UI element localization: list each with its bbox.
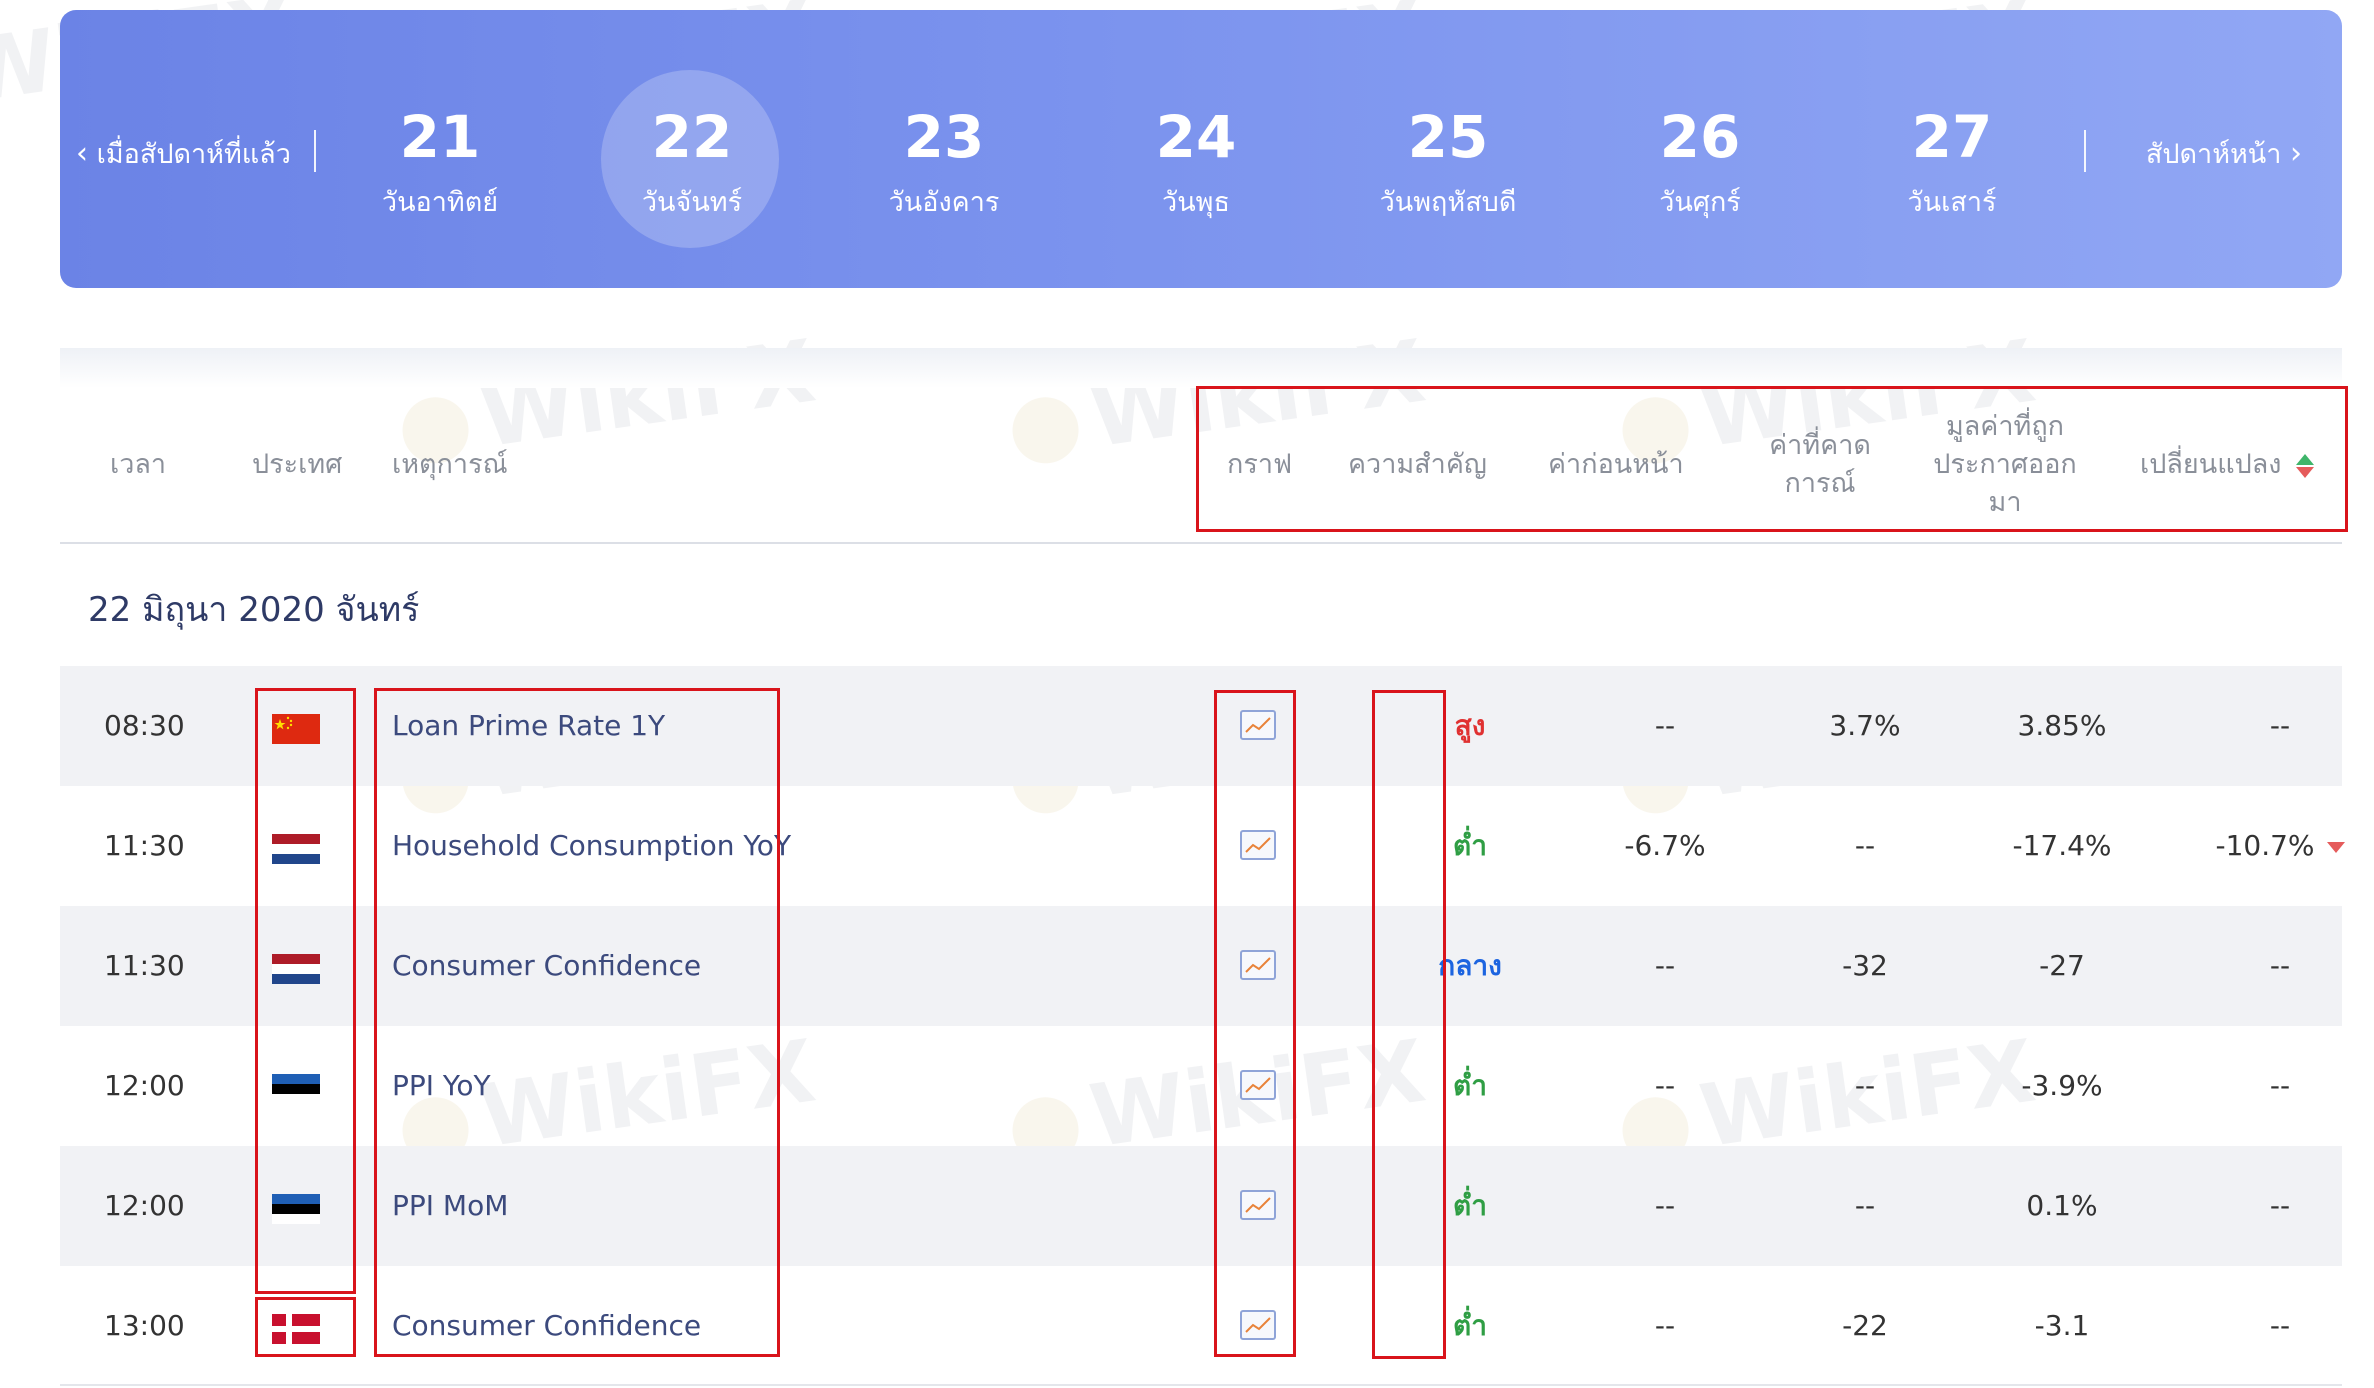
day-number: 26	[1659, 103, 1741, 171]
change-cell: --	[2130, 1266, 2374, 1386]
day-number: 25	[1407, 103, 1489, 171]
change-cell: --	[2130, 906, 2374, 1026]
change-cell: --	[2130, 1146, 2374, 1266]
next-week-label: สัปดาห์หน้า	[2145, 139, 2282, 170]
highlight-box-header-columns	[1196, 386, 2348, 532]
day-name: วันจันทร์	[641, 187, 743, 218]
day-number: 22	[651, 103, 733, 171]
change-value: --	[2269, 709, 2291, 742]
time-cell: 12:00	[104, 1069, 185, 1102]
change-cell: --	[2130, 666, 2374, 786]
column-header-event: เหตุการณ์	[392, 449, 508, 480]
header-divider	[60, 542, 2342, 544]
day-tab-25[interactable]: 25 วันพฤหัสบดี	[1348, 70, 1548, 250]
change-value: --	[2269, 1189, 2291, 1222]
column-header-country: ประเทศ	[252, 449, 343, 480]
day-name: วันพฤหัสบดี	[1379, 187, 1517, 218]
day-number: 23	[903, 103, 985, 171]
change-value: --	[2269, 1309, 2291, 1342]
day-tab-23[interactable]: 23 วันอังคาร	[844, 70, 1044, 250]
change-cell: --	[2130, 1026, 2374, 1146]
day-tab-26[interactable]: 26 วันศุกร์	[1600, 70, 1800, 250]
chevron-left-icon: ‹	[76, 136, 88, 171]
change-value: --	[2269, 949, 2291, 982]
time-cell: 11:30	[104, 829, 185, 862]
decrease-arrow-icon	[2326, 841, 2345, 853]
previous-week-link[interactable]: ‹ เมื่อสัปดาห์ที่แล้ว	[76, 132, 291, 175]
change-cell: -10.7%	[2130, 786, 2374, 906]
day-name: วันศุกร์	[1659, 187, 1741, 218]
day-number: 24	[1155, 103, 1237, 171]
highlight-box-chart-column	[1214, 690, 1296, 1357]
day-tab-24[interactable]: 24 วันพุธ	[1096, 70, 1296, 250]
previous-week-label: เมื่อสัปดาห์ที่แล้ว	[96, 139, 291, 170]
change-value: --	[2269, 1069, 2291, 1102]
date-title: 22 มิถุนา 2020 จันทร์	[88, 590, 420, 630]
day-name: วันอาทิตย์	[381, 187, 499, 218]
change-value: -10.7%	[2215, 829, 2315, 862]
day-number: 21	[399, 103, 481, 171]
header-band	[60, 348, 2342, 388]
divider	[314, 130, 316, 172]
day-name: วันพุธ	[1162, 187, 1230, 218]
day-name: วันอังคาร	[888, 187, 1000, 218]
day-name: วันเสาร์	[1907, 187, 1997, 218]
time-cell: 11:30	[104, 949, 185, 982]
day-tab-27[interactable]: 27 วันเสาร์	[1852, 70, 2052, 250]
divider	[2084, 130, 2086, 172]
day-number: 27	[1911, 103, 1993, 171]
highlight-box-country-column	[255, 688, 356, 1294]
highlight-box-denmark-flag	[255, 1297, 356, 1357]
time-cell: 08:30	[104, 709, 185, 742]
day-tab-21[interactable]: 21 วันอาทิตย์	[340, 70, 540, 250]
next-week-link[interactable]: สัปดาห์หน้า ›	[2146, 132, 2302, 175]
chevron-right-icon: ›	[2290, 136, 2302, 171]
week-navigation-banner: ‹ เมื่อสัปดาห์ที่แล้ว 21 วันอาทิตย์ 22 ว…	[60, 10, 2342, 288]
highlight-box-event-column	[374, 688, 780, 1357]
time-cell: 12:00	[104, 1189, 185, 1222]
column-header-time: เวลา	[110, 449, 167, 480]
highlight-box-importance-column	[1372, 690, 1446, 1359]
table-bottom-divider	[60, 1384, 2342, 1386]
day-tab-22-selected[interactable]: 22 วันจันทร์	[592, 70, 792, 250]
time-cell: 13:00	[104, 1309, 185, 1342]
